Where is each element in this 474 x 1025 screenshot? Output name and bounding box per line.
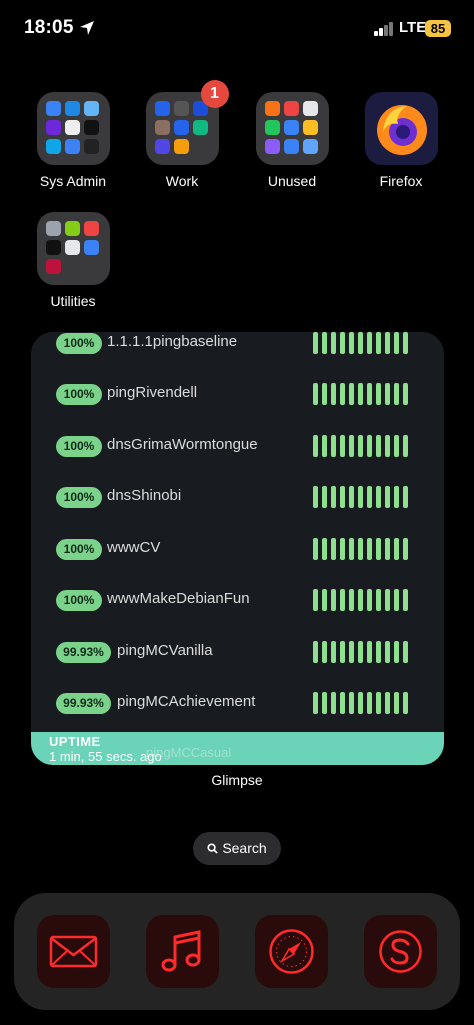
monitor-name: dnsGrimaWormtongue — [107, 436, 258, 453]
app-unused[interactable]: Unused — [237, 92, 347, 189]
mail-icon[interactable] — [37, 915, 110, 988]
music-icon[interactable] — [146, 915, 219, 988]
uptime-bars — [313, 641, 413, 663]
list-item: 100% wwwCV — [31, 535, 444, 565]
network-type: LTE — [399, 19, 427, 36]
uptime-footer: pingMCCasual UPTIME 1 min, 55 secs. ago — [31, 732, 444, 765]
battery-indicator: 85 — [425, 20, 451, 37]
list-item: 100% wwwMakeDebianFun — [31, 586, 444, 616]
list-item: 100% dnsGrimaWormtongue — [31, 432, 444, 462]
monitor-name: pingMCVanilla — [117, 642, 213, 659]
percent-badge: 100% — [56, 436, 102, 457]
skype-icon[interactable] — [364, 915, 437, 988]
app-label: Unused — [267, 173, 317, 189]
safari-icon[interactable] — [255, 915, 328, 988]
location-arrow-icon — [79, 20, 95, 41]
search-label: Search — [222, 840, 267, 856]
uptime-bars — [313, 332, 413, 354]
percent-badge: 99.93% — [56, 693, 111, 714]
monitor-name: 1.1.1.1pingbaseline — [107, 333, 238, 350]
list-item: 100% 1.1.1.1pingbaseline — [31, 332, 444, 359]
uptime-bars — [313, 692, 413, 714]
monitor-name: wwwMakeDebianFun — [107, 590, 250, 607]
list-item: 99.93% pingMCVanilla — [31, 638, 444, 668]
uptime-bars — [313, 486, 413, 508]
monitor-name: wwwCV — [107, 539, 161, 556]
app-sys-admin[interactable]: Sys Admin — [18, 92, 128, 189]
percent-badge: 99.93% — [56, 642, 111, 663]
list-item: 100% pingRivendell — [31, 380, 444, 410]
folder-icon — [255, 92, 329, 165]
percent-badge: 100% — [56, 333, 102, 354]
notification-badge: 1 — [200, 80, 229, 108]
list-item: 100% dnsShinobi — [31, 483, 444, 513]
app-utilities[interactable]: Utilities — [18, 212, 128, 309]
app-label: Utilities — [50, 293, 96, 309]
status-bar: 18:05 LTE 85 — [0, 0, 474, 58]
glimpse-widget[interactable]: 100% 1.1.1.1pingbaseline 100% pingRivend… — [31, 332, 444, 765]
folder-icon: 1 — [145, 80, 229, 165]
cellular-signal-icon — [374, 22, 396, 36]
widget-label: Glimpse — [211, 772, 263, 788]
percent-badge: 100% — [56, 384, 102, 405]
firefox-icon — [364, 92, 438, 165]
percent-badge: 100% — [56, 590, 102, 611]
list-item: 99.93% pingMCAchievement — [31, 689, 444, 719]
clock: 18:05 — [24, 17, 74, 38]
search-button[interactable]: Search — [193, 832, 281, 865]
folder-icon — [36, 212, 110, 285]
app-label: Firefox — [379, 173, 423, 189]
percent-badge: 100% — [56, 539, 102, 560]
folder-icon — [36, 92, 110, 165]
app-work[interactable]: 1 Work — [127, 80, 237, 189]
monitor-name: pingMCAchievement — [117, 693, 256, 710]
app-firefox[interactable]: Firefox — [346, 92, 456, 189]
uptime-title: UPTIME — [49, 734, 101, 749]
uptime-bars — [313, 435, 413, 457]
percent-badge: 100% — [56, 487, 102, 508]
monitor-name: dnsShinobi — [107, 487, 182, 504]
dock — [14, 893, 460, 1010]
app-label: Work — [165, 173, 199, 189]
uptime-bars — [313, 383, 413, 405]
monitor-name: pingRivendell — [107, 384, 198, 401]
uptime-bars — [313, 538, 413, 560]
uptime-bars — [313, 589, 413, 611]
search-icon — [207, 843, 218, 854]
uptime-subtitle: 1 min, 55 secs. ago — [49, 749, 162, 764]
app-label: Sys Admin — [39, 173, 107, 189]
